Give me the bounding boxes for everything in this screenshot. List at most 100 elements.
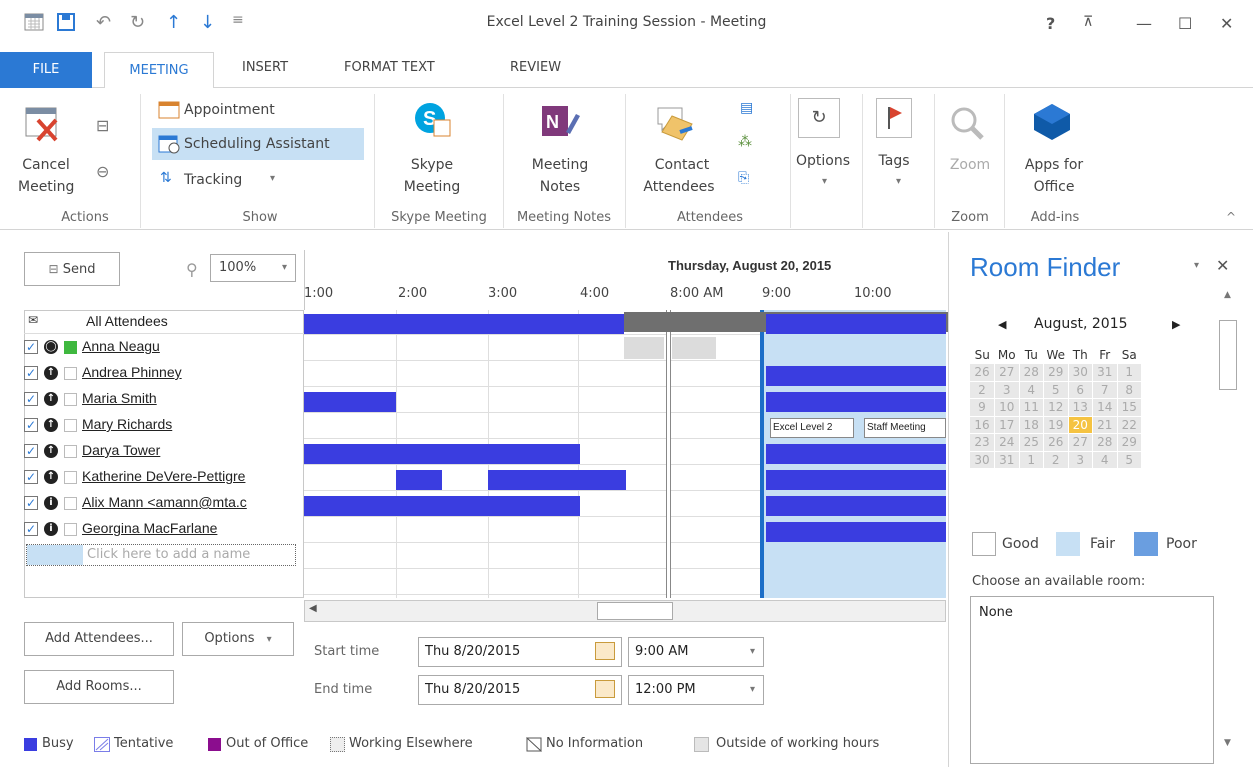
attendee-checkbox[interactable]: ✓ (24, 340, 38, 354)
calendar-day[interactable]: 5 (1117, 451, 1142, 469)
tab-review[interactable]: REVIEW (510, 60, 561, 75)
attendee-name[interactable]: Mary Richards (82, 416, 172, 432)
selection-start-handle[interactable] (760, 310, 764, 598)
cancel-meeting-label-1[interactable]: Cancel (18, 154, 74, 176)
calendar-day[interactable]: 20 (1068, 416, 1093, 434)
calendar-day[interactable]: 28 (1092, 433, 1118, 452)
event-block[interactable]: Excel Level 2 (770, 418, 854, 438)
contact-attendees-label-1[interactable]: Contact (642, 154, 722, 176)
appointment-button[interactable]: Appointment (184, 99, 275, 121)
calendar-day[interactable]: 19 (1043, 416, 1069, 434)
attendee-row[interactable]: ✓ ↑ Andrea Phinney (24, 360, 294, 386)
onenote-icon[interactable]: N (540, 102, 580, 140)
calendar-day[interactable]: 1 (1019, 451, 1044, 469)
calendar-day[interactable]: 30 (970, 451, 995, 469)
attendee-row[interactable]: ✓ ↑ Darya Tower (24, 438, 294, 464)
view-icon[interactable]: ⊟ (96, 116, 109, 135)
skype-meeting-icon[interactable]: S (412, 100, 452, 140)
attendee-checkbox[interactable]: ✓ (24, 366, 38, 380)
attendee-row[interactable]: ✓ ↑ Mary Richards (24, 412, 294, 438)
options-dropdown-button[interactable]: Options ▾ (182, 622, 294, 656)
calendar-day[interactable]: 1 (1117, 363, 1142, 382)
add-name-input[interactable]: Click here to add a name (26, 544, 296, 566)
attendee-name[interactable]: Maria Smith (82, 390, 157, 406)
tracking-dropdown-icon[interactable]: ▾ (270, 173, 275, 184)
scroll-thumb[interactable] (1219, 320, 1237, 390)
calendar-day[interactable]: 3 (994, 381, 1020, 399)
end-date-field[interactable]: Thu 8/20/2015 (418, 675, 622, 705)
collapse-ribbon-icon[interactable]: ^ (1226, 210, 1236, 224)
required-attendee-icon[interactable]: ↑ (44, 392, 58, 406)
calendar-day[interactable]: 9 (970, 398, 995, 417)
start-time-select[interactable]: 9:00 AM ▾ (628, 637, 764, 667)
tags-icon[interactable] (876, 98, 912, 138)
room-list-item[interactable]: None (979, 605, 1013, 620)
maximize-button[interactable]: ☐ (1178, 14, 1192, 33)
start-date-field[interactable]: Thu 8/20/2015 (418, 637, 622, 667)
room-list[interactable]: None (970, 596, 1214, 764)
ribbon-display-button[interactable]: ⊼ (1083, 14, 1093, 30)
attendee-checkbox[interactable]: ✓ (24, 470, 38, 484)
required-attendee-icon[interactable]: ↑ (44, 366, 58, 380)
calendar-day[interactable]: 30 (1068, 363, 1093, 382)
event-block[interactable]: Staff Meeting (864, 418, 946, 438)
attendee-row[interactable]: ✓ ◯ Anna Neagu (24, 334, 294, 360)
attendee-name[interactable]: Georgina MacFarlane (82, 520, 217, 536)
schedule-grid[interactable]: Excel Level 2 Staff Meeting (304, 310, 966, 598)
end-time-select[interactable]: 12:00 PM ▾ (628, 675, 764, 705)
calendar-day[interactable]: 6 (1068, 381, 1093, 399)
add-rooms-button[interactable]: Add Rooms... (24, 670, 174, 704)
tab-meeting[interactable]: MEETING (104, 52, 214, 89)
calendar-day[interactable]: 26 (1043, 433, 1069, 452)
attendee-name[interactable]: Darya Tower (82, 442, 160, 458)
scroll-up-icon[interactable]: ▲ (1224, 290, 1231, 300)
minimize-button[interactable]: — (1136, 14, 1152, 33)
calendar-day[interactable]: 5 (1043, 381, 1069, 399)
tags-button[interactable]: Tags (866, 150, 922, 172)
cancel-meeting-icon[interactable] (24, 104, 64, 144)
calendar-day[interactable]: 17 (994, 416, 1020, 434)
tab-insert[interactable]: INSERT (242, 60, 288, 75)
attendee-name[interactable]: Andrea Phinney (82, 364, 182, 380)
attendee-checkbox[interactable]: ✓ (24, 418, 38, 432)
tags-dropdown-icon[interactable]: ▾ (896, 176, 901, 187)
scroll-left-icon[interactable]: ◀ (309, 603, 317, 614)
skype-meeting-label-2[interactable]: Meeting (392, 176, 472, 198)
help-button[interactable]: ? (1046, 14, 1055, 33)
optional-attendee-icon[interactable]: i (44, 522, 58, 536)
calendar-day[interactable]: 29 (1043, 363, 1069, 382)
calendar-day[interactable]: 10 (994, 398, 1020, 417)
calendar-day[interactable]: 21 (1092, 416, 1118, 434)
required-attendee-icon[interactable]: ↑ (44, 470, 58, 484)
calendar-day[interactable]: 13 (1068, 398, 1093, 417)
attendee-row[interactable]: ✓ i Alix Mann <amann@mta.c (24, 490, 294, 516)
options-dropdown-icon[interactable]: ▾ (822, 176, 827, 187)
add-attendees-button[interactable]: Add Attendees... (24, 622, 174, 656)
calendar-day[interactable]: 22 (1117, 416, 1142, 434)
calendar-day[interactable]: 4 (1019, 381, 1044, 399)
horizontal-scrollbar[interactable]: ◀ (304, 600, 946, 622)
pane-menu-icon[interactable]: ▾ (1194, 260, 1199, 271)
calendar-day[interactable]: 23 (970, 433, 995, 452)
calendar-day[interactable]: 12 (1043, 398, 1069, 417)
calendar-day[interactable]: 26 (970, 363, 995, 382)
calendar-day[interactable]: 25 (1019, 433, 1044, 452)
zoom-select[interactable]: 100% ▾ (210, 254, 296, 282)
apps-for-office-label-1[interactable]: Apps for (1014, 154, 1094, 176)
calendar-day[interactable]: 27 (1068, 433, 1093, 452)
options-icon[interactable]: ↻ (798, 98, 840, 138)
calendar-day[interactable]: 29 (1117, 433, 1142, 452)
calendar-day[interactable]: 2 (970, 381, 995, 399)
attendee-row[interactable]: ✓ ↑ Katherine DeVere-Pettigre (24, 464, 294, 490)
meeting-notes-label-1[interactable]: Meeting (518, 154, 602, 176)
forward-icon[interactable]: ⊖ (96, 162, 109, 181)
options-button[interactable]: Options (790, 150, 856, 172)
calendar-day[interactable]: 2 (1043, 451, 1069, 469)
tab-format-text[interactable]: FORMAT TEXT (344, 60, 435, 75)
attendee-name[interactable]: Alix Mann <amann@mta.c (82, 494, 247, 510)
calendar-day[interactable]: 3 (1068, 451, 1093, 469)
calendar-picker-icon[interactable] (595, 642, 615, 660)
tab-file[interactable]: FILE (0, 52, 92, 88)
mini-calendar[interactable]: Su Mo Tu We Th Fr Sa 26 27 28 29 30 31 1 2 3 4 5 6 7 8 9 10 11… (970, 346, 1142, 469)
calendar-day[interactable]: 7 (1092, 381, 1118, 399)
